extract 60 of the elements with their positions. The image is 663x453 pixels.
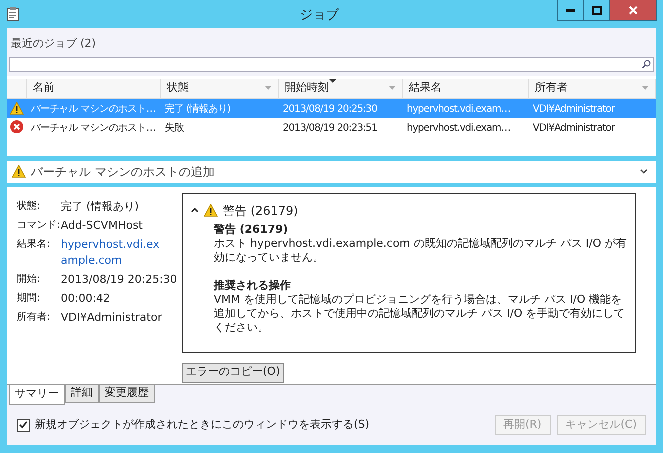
sort-indicator-icon bbox=[329, 78, 337, 82]
table-cell: 2013/08/19 20:23:51 bbox=[283, 123, 378, 134]
maximize-icon bbox=[592, 6, 602, 14]
column-header[interactable]: 名前 bbox=[27, 78, 161, 98]
dropdown-arrow-icon bbox=[389, 86, 396, 90]
property-value: 00:00:42 bbox=[61, 290, 110, 306]
message-heading: 警告 (26179) bbox=[223, 202, 298, 220]
property-label: 結果名: bbox=[17, 238, 52, 252]
result-link[interactable]: hypervhost.vdi.example.com bbox=[61, 236, 161, 268]
property-value: Add-SCVMHost bbox=[61, 218, 143, 234]
search-field[interactable] bbox=[9, 56, 654, 72]
table-cell: 2013/08/19 20:25:30 bbox=[283, 104, 378, 115]
recommended-title: 推奨される操作 bbox=[214, 278, 292, 292]
column-header[interactable]: 所有者 bbox=[529, 78, 656, 98]
search-icon bbox=[642, 60, 651, 68]
checkmark-icon bbox=[19, 421, 28, 429]
property-label: 開始: bbox=[17, 272, 42, 286]
table-cell: hypervhost.vdi.exam… bbox=[407, 104, 511, 115]
window-title: ジョブ bbox=[300, 7, 339, 25]
property-label: 状態: bbox=[17, 200, 42, 214]
property-value: 完了 (情報あり) bbox=[61, 198, 140, 214]
table-cell: バーチャル マシンのホスト… bbox=[31, 104, 156, 115]
property-label: 所有者: bbox=[17, 310, 52, 324]
message-text: ホスト hypervhost.vdi.example.com の既知の記憶域配列のマルチ パス I/O が有効になっていません。 bbox=[214, 236, 627, 264]
warning-icon bbox=[12, 165, 26, 178]
copy-error-button[interactable]: エラーのコピー(O) bbox=[182, 362, 284, 382]
warning-icon bbox=[204, 204, 218, 217]
property-label: コマンド: bbox=[17, 218, 61, 232]
minimize-icon bbox=[566, 8, 575, 12]
tab[interactable]: サマリー bbox=[9, 385, 65, 405]
recent-jobs-title: 最近のジョブ (2) bbox=[11, 37, 96, 50]
details-title: バーチャル マシンのホストの追加 bbox=[31, 164, 215, 180]
checkbox[interactable] bbox=[17, 418, 30, 432]
checkbox-label: 新規オブジェクトが作成されたときにこのウィンドウを表示する(S) bbox=[35, 416, 370, 433]
recommended-text: VMM を使用して記憶域のプロビジョニングを行う場合は、マルチ パス I/O 機能を追加してから、ホストで使用中の記憶域配列のマルチ パス I/O を手動で有効にしてください。 bbox=[214, 292, 626, 334]
close-icon bbox=[628, 6, 638, 14]
table-cell: VDI¥Administrator bbox=[533, 104, 615, 115]
warning-icon bbox=[10, 102, 24, 114]
dropdown-arrow-icon bbox=[265, 86, 272, 90]
table-cell: バーチャル マシンのホスト… bbox=[31, 123, 156, 134]
close-button[interactable] bbox=[610, 0, 656, 20]
clipboard-icon bbox=[7, 7, 19, 21]
dropdown-arrow-icon bbox=[642, 86, 649, 90]
job-row[interactable]: バーチャル マシンのホスト… 失敗 2013/08/19 20:23:51 hypervhost.vdi.exam… VDI¥Administrator bbox=[7, 118, 656, 136]
property-value: 2013/08/19 20:25:30 bbox=[61, 272, 178, 288]
collapse-caret-icon[interactable] bbox=[191, 208, 199, 213]
error-icon bbox=[10, 120, 24, 134]
column-header[interactable]: 開始時刻 bbox=[279, 78, 403, 98]
tab[interactable]: 変更履歴 bbox=[99, 385, 155, 403]
table-cell: 完了 (情報あり) bbox=[165, 104, 231, 115]
table-cell: hypervhost.vdi.exam… bbox=[407, 123, 511, 134]
property-label: 期間: bbox=[17, 292, 42, 306]
table-cell: 失敗 bbox=[165, 123, 184, 134]
property-value: VDI¥Administrator bbox=[61, 310, 162, 326]
tab[interactable]: 詳細 bbox=[65, 385, 99, 403]
column-header[interactable]: 結果名 bbox=[403, 78, 529, 98]
message-title: 警告 (26179) bbox=[214, 222, 290, 236]
table-cell: VDI¥Administrator bbox=[533, 123, 615, 134]
details-header[interactable]: バーチャル マシンのホストの追加 bbox=[7, 160, 656, 186]
column-header[interactable]: 状態 bbox=[161, 78, 279, 98]
